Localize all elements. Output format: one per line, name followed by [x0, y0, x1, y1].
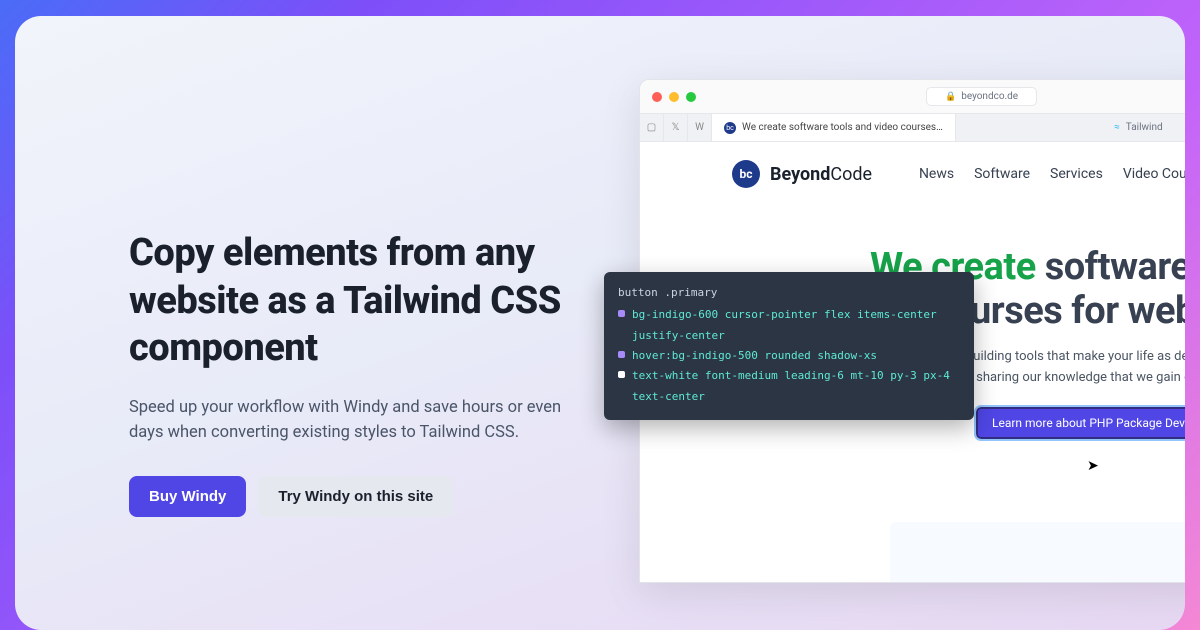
browser-titlebar: 🔒 beyondco.de: [640, 80, 1185, 114]
lock-icon: 🔒: [945, 92, 956, 102]
sidebar-toggle-icon[interactable]: ▢: [640, 114, 664, 141]
helo-panel: HELO: [890, 522, 1185, 582]
tab-active[interactable]: bc We create software tools and video co…: [712, 114, 956, 141]
tab-title: We create software tools and video cours…: [742, 122, 943, 133]
tab-title-inactive: Tailwind: [1126, 122, 1163, 133]
tailwind-icon: ≈: [1114, 122, 1120, 133]
bullet-icon: [618, 371, 625, 378]
bullet-icon: [618, 310, 625, 317]
nav-services[interactable]: Services: [1050, 166, 1103, 182]
bullet-icon: [618, 351, 625, 358]
minimize-dot-icon[interactable]: [669, 92, 679, 102]
brand-logo[interactable]: bc BeyondCode: [732, 160, 872, 188]
nav-video-courses[interactable]: Video Courses: [1123, 166, 1185, 182]
hero-subtext: Speed up your workflow with Windy and sa…: [129, 395, 569, 446]
inspector-row: bg-indigo-600 cursor-pointer flex items-…: [618, 305, 960, 346]
inspector-selector: button .primary: [618, 283, 960, 303]
tab-inactive[interactable]: ≈ Tailwind: [956, 114, 1185, 141]
main-nav: News Software Services Video Courses Ope…: [919, 166, 1185, 182]
inspector-classes-3: text-white font-medium leading-6 mt-10 p…: [632, 366, 960, 407]
hero-section: Copy elements from any website as a Tail…: [129, 230, 569, 517]
buy-button[interactable]: Buy Windy: [129, 476, 246, 517]
logo-icon: bc: [732, 160, 760, 188]
inspector-classes-1: bg-indigo-600 cursor-pointer flex items-…: [632, 305, 960, 346]
cursor-icon: ➤: [1087, 458, 1099, 474]
page-subtext: building tools that make your life as de…: [966, 347, 1185, 389]
class-inspector-tooltip: button .primary bg-indigo-600 cursor-poi…: [604, 272, 974, 420]
nav-news[interactable]: News: [919, 166, 954, 182]
address-bar[interactable]: 🔒 beyondco.de: [926, 87, 1037, 106]
learn-more-button[interactable]: Learn more about PHP Package Developmen: [976, 407, 1185, 439]
traffic-lights: [652, 92, 696, 102]
twitter-icon[interactable]: 𝕏: [664, 114, 688, 141]
inspector-classes-2: hover:bg-indigo-500 rounded shadow-xs: [632, 346, 877, 366]
try-button[interactable]: Try Windy on this site: [258, 476, 453, 517]
nav-software[interactable]: Software: [974, 166, 1030, 182]
hero-card: Copy elements from any website as a Tail…: [15, 16, 1185, 630]
close-dot-icon[interactable]: [652, 92, 662, 102]
maximize-dot-icon[interactable]: [686, 92, 696, 102]
hero-buttons: Buy Windy Try Windy on this site: [129, 476, 569, 517]
wikipedia-icon[interactable]: W: [688, 114, 712, 141]
browser-tabbar: ▢ 𝕏 W bc We create software tools and vi…: [640, 114, 1185, 142]
inspector-row: text-white font-medium leading-6 mt-10 p…: [618, 366, 960, 407]
inspector-row: hover:bg-indigo-500 rounded shadow-xs: [618, 346, 960, 366]
url-text: beyondco.de: [961, 91, 1018, 102]
favicon-icon: bc: [724, 122, 736, 134]
logo-text: BeyondCode: [770, 164, 872, 185]
page-header: bc BeyondCode News Software Services Vid…: [640, 160, 1185, 188]
hero-headline: Copy elements from any website as a Tail…: [129, 230, 569, 373]
